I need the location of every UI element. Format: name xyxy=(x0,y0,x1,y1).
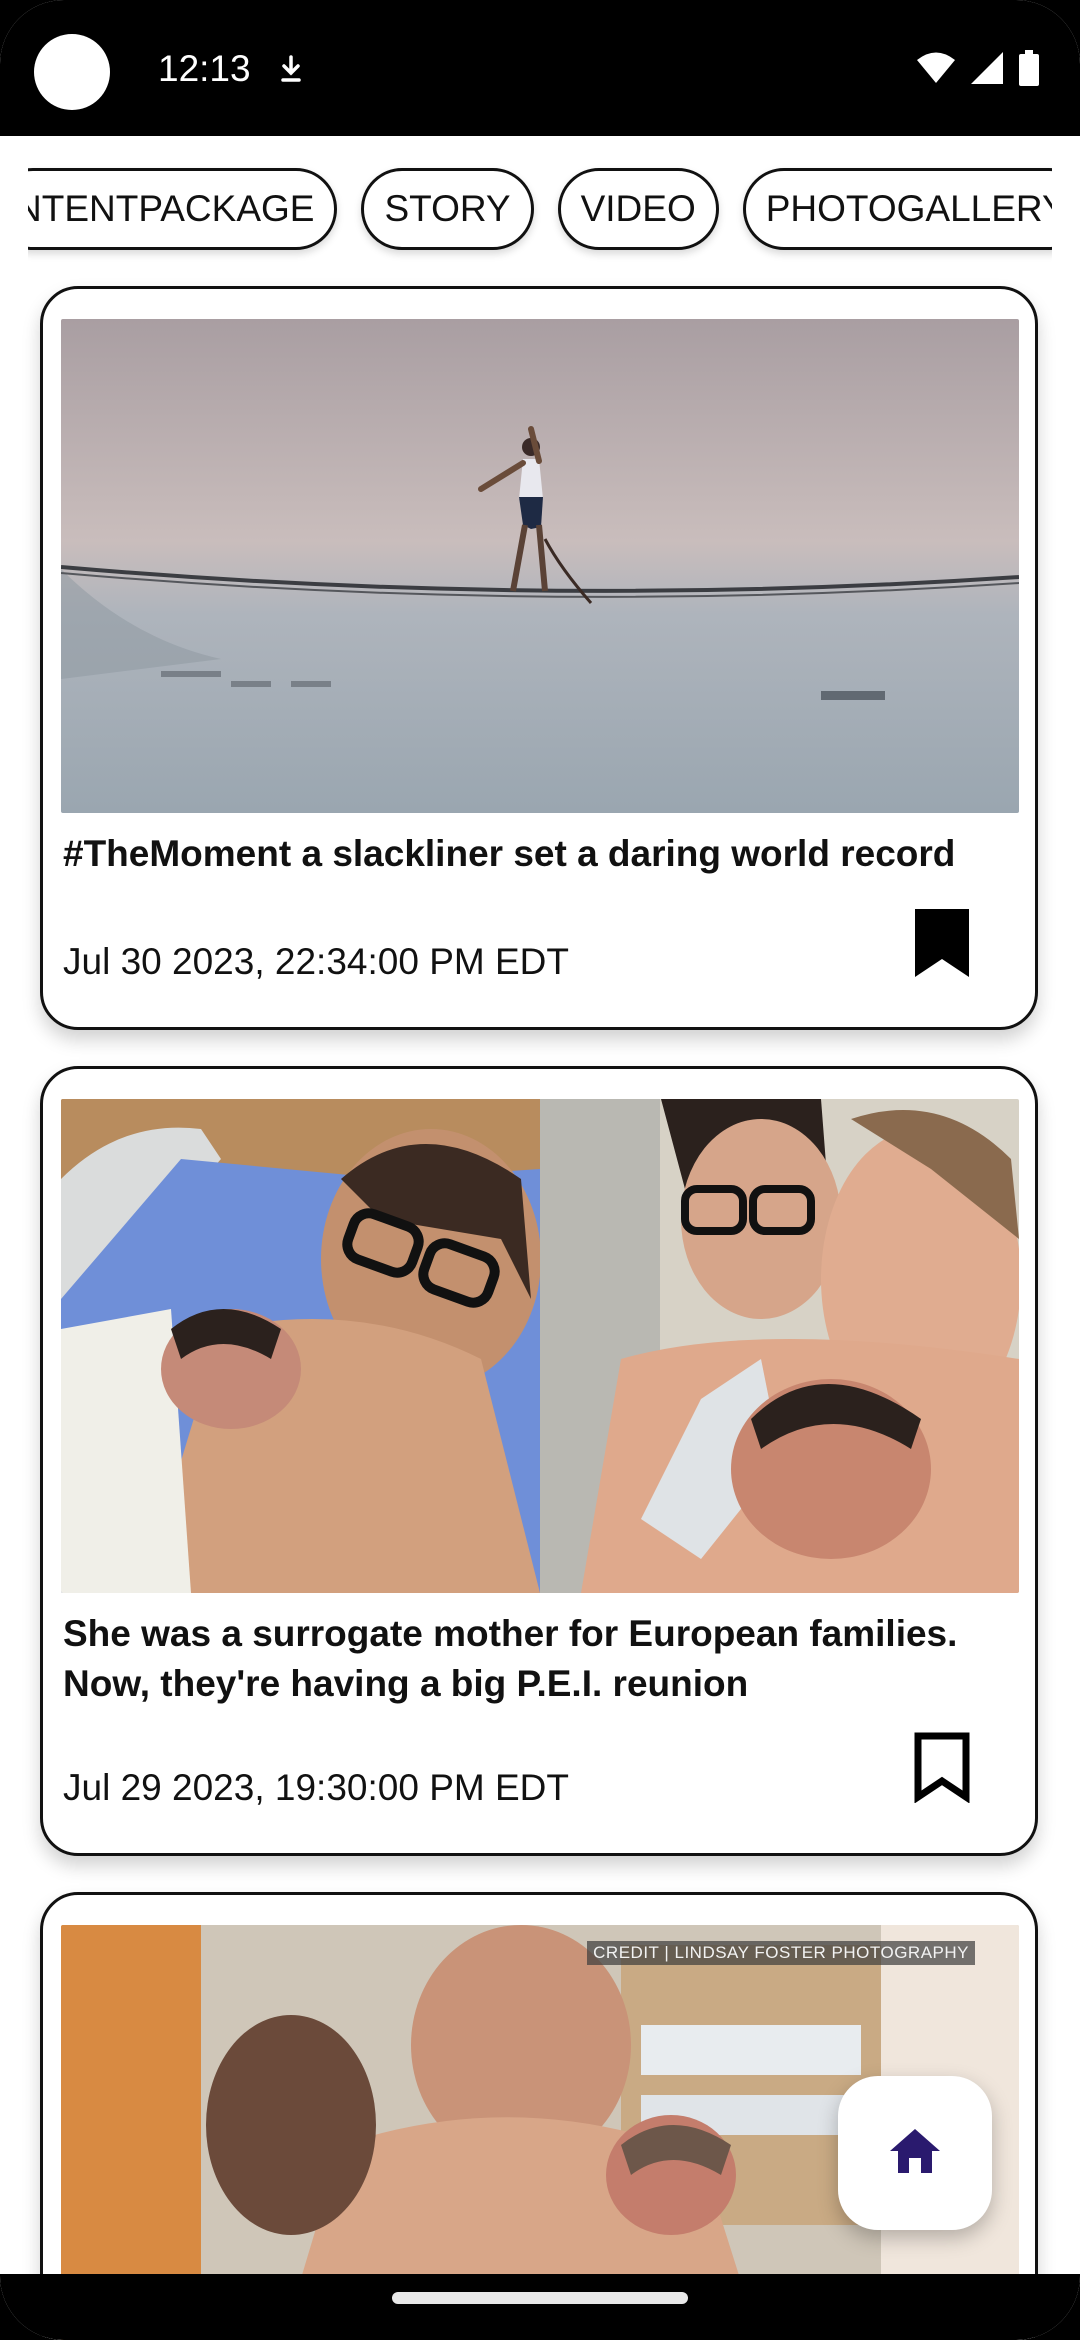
chip-label: VIDEO xyxy=(580,188,696,229)
camera-cutout xyxy=(34,34,110,110)
filter-chip-bar: NTENTPACKAGE STORY VIDEO PHOTOGALLERY xyxy=(28,160,1052,270)
download-icon xyxy=(278,54,304,89)
chip-label: PHOTOGALLERY xyxy=(765,188,1052,229)
signal-icon xyxy=(970,51,1004,90)
photo-credit: CREDIT | LINDSAY FOSTER PHOTOGRAPHY xyxy=(587,1941,975,1965)
app-screen: 12:13 NTENTPACKAGE STORY VIDEO PHOTOGALL… xyxy=(0,0,1080,2340)
chip-video[interactable]: VIDEO xyxy=(557,168,719,250)
bookmark-outline-icon[interactable] xyxy=(913,1731,971,1804)
chip-label: STORY xyxy=(384,188,511,229)
home-button[interactable] xyxy=(838,2076,992,2230)
chip-label: NTENTPACKAGE xyxy=(28,188,315,229)
status-bar: 12:13 xyxy=(0,0,1080,136)
news-card[interactable]: #TheMoment a slackliner set a daring wor… xyxy=(40,286,1038,1030)
chip-contentpackage[interactable]: NTENTPACKAGE xyxy=(28,168,338,250)
news-card[interactable]: She was a surrogate mother for European … xyxy=(40,1066,1038,1856)
wifi-icon xyxy=(916,51,956,90)
chip-photogallery[interactable]: PHOTOGALLERY xyxy=(742,168,1052,250)
bookmark-icon[interactable] xyxy=(913,907,971,979)
card-date: Jul 30 2023, 22:34:00 PM EDT xyxy=(63,941,569,982)
card-date: Jul 29 2023, 19:30:00 PM EDT xyxy=(63,1767,569,1808)
home-icon xyxy=(888,2127,942,2180)
card-title[interactable]: She was a surrogate mother for European … xyxy=(63,1609,1003,1709)
status-icons xyxy=(916,50,1040,91)
system-nav-bar xyxy=(0,2274,1080,2340)
chip-story[interactable]: STORY xyxy=(361,168,534,250)
status-time: 12:13 xyxy=(158,48,251,89)
home-gesture-pill[interactable] xyxy=(392,2292,688,2304)
card-title[interactable]: #TheMoment a slackliner set a daring wor… xyxy=(63,829,1003,879)
card-image-surrogate[interactable] xyxy=(61,1099,1019,1593)
card-image-slackliner[interactable] xyxy=(61,319,1019,813)
battery-icon xyxy=(1018,50,1040,91)
